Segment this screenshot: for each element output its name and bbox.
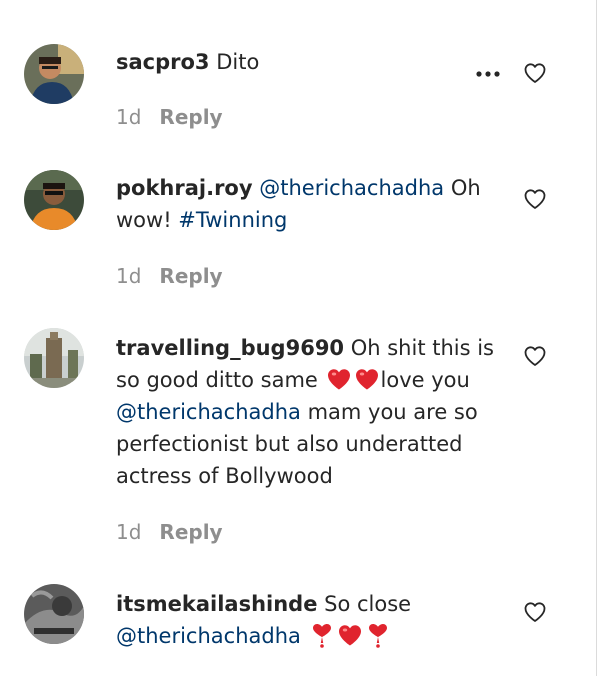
comment-message-continued: love you bbox=[380, 368, 470, 392]
comment-meta: 1d Reply bbox=[116, 262, 223, 290]
heart-outline-icon[interactable] bbox=[523, 344, 547, 368]
reply-button[interactable]: Reply bbox=[159, 520, 222, 544]
comment-username[interactable]: pokhraj.roy bbox=[116, 176, 253, 200]
avatar-itsmekailashinde[interactable] bbox=[24, 584, 84, 644]
comment-hashtag[interactable]: #Twinning bbox=[178, 208, 287, 232]
comment-text: sacpro3 Dito bbox=[116, 46, 508, 78]
comment-username[interactable]: sacpro3 bbox=[116, 50, 210, 74]
avatar-pokhraj-roy[interactable] bbox=[24, 170, 84, 230]
comment-username[interactable]: itsmekailashinde bbox=[116, 592, 317, 616]
heart-outline-icon[interactable] bbox=[523, 187, 547, 211]
comment-time: 1d bbox=[116, 264, 142, 288]
heart-exclamation-emoji bbox=[365, 622, 391, 648]
reply-button[interactable]: Reply bbox=[159, 105, 222, 129]
comment-meta: 1d Reply bbox=[116, 518, 223, 546]
comment-username[interactable]: travelling_bug9690 bbox=[116, 336, 344, 360]
red-heart-emoji bbox=[337, 622, 363, 648]
comment-text: travelling_bug9690 Oh shit this is so go… bbox=[116, 332, 508, 492]
comment-text: itsmekailashinde So close @therichachadh… bbox=[116, 588, 508, 652]
red-heart-emoji bbox=[326, 366, 352, 392]
reply-button[interactable]: Reply bbox=[159, 264, 222, 288]
heart-exclamation-emoji bbox=[309, 622, 335, 648]
comment-text: pokhraj.roy @therichachadha Oh wow! #Twi… bbox=[116, 172, 508, 236]
heart-outline-icon[interactable] bbox=[523, 61, 547, 85]
more-options-icon[interactable] bbox=[474, 62, 502, 86]
comment-mention[interactable]: @therichachadha bbox=[116, 624, 301, 648]
comment-time: 1d bbox=[116, 520, 142, 544]
comments-panel: sacpro3 Dito 1d Reply pokhraj.roy @theri… bbox=[0, 0, 597, 676]
comment-mention[interactable]: @therichachadha bbox=[259, 176, 444, 200]
comment-meta: 1d Reply bbox=[116, 103, 223, 131]
comment-message: So close bbox=[317, 592, 412, 616]
avatar-travelling-bug9690[interactable] bbox=[24, 328, 84, 388]
avatar-sacpro3[interactable] bbox=[24, 44, 84, 104]
comment-message: Dito bbox=[209, 50, 260, 74]
comment-mention[interactable]: @therichachadha bbox=[116, 400, 301, 424]
heart-outline-icon[interactable] bbox=[523, 600, 547, 624]
comment-time: 1d bbox=[116, 105, 142, 129]
red-heart-emoji bbox=[354, 366, 380, 392]
